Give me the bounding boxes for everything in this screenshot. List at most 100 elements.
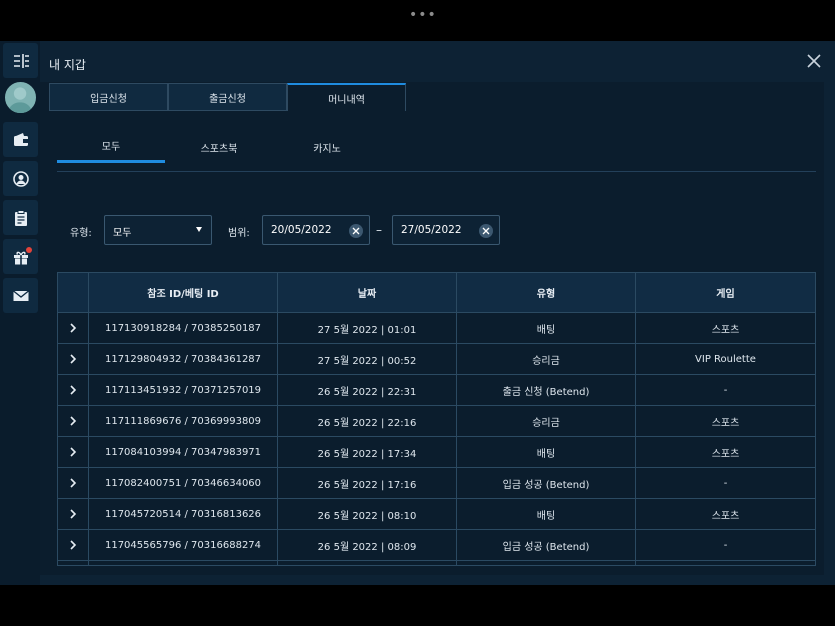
row-spacer bbox=[89, 561, 278, 565]
date-cell: 26 5월 2022 | 22:31 bbox=[278, 375, 457, 405]
table-row[interactable]: 117045565796 / 70316688274 26 5월 2022 | … bbox=[58, 530, 815, 561]
table-row[interactable]: 117111869676 / 70369993809 26 5월 2022 | … bbox=[58, 406, 815, 437]
table-row[interactable]: 117130918284 / 70385250187 27 5월 2022 | … bbox=[58, 313, 815, 344]
game-cell: VIP Roulette bbox=[695, 353, 756, 365]
tab-deposit[interactable]: 입금신청 bbox=[49, 83, 168, 111]
close-icon[interactable] bbox=[806, 53, 822, 69]
game-cell: 스포츠 bbox=[711, 324, 740, 336]
notification-dot bbox=[26, 247, 32, 253]
row-spacer bbox=[457, 561, 636, 565]
menu-dots[interactable]: ••• bbox=[409, 7, 437, 23]
expand-row-button[interactable] bbox=[58, 530, 89, 560]
header-date: 날짜 bbox=[278, 273, 457, 312]
expand-row-button[interactable] bbox=[58, 375, 89, 405]
expand-row-button[interactable] bbox=[58, 437, 89, 467]
range-label: 범위: bbox=[228, 228, 250, 239]
date-cell: 27 5월 2022 | 00:52 bbox=[278, 344, 457, 374]
game-cell: 스포츠 bbox=[711, 510, 740, 522]
type-select-value: 모두 bbox=[113, 228, 132, 239]
table-row[interactable] bbox=[58, 561, 815, 565]
messages-button[interactable] bbox=[3, 278, 38, 313]
type-cell: 배팅 bbox=[457, 313, 636, 343]
ref-id-cell: 117045565796 / 70316688274 bbox=[89, 530, 278, 560]
main-tabs: 입금신청 출금신청 머니내역 bbox=[49, 83, 406, 111]
subtabs-divider bbox=[57, 171, 816, 172]
menu-collapse-icon bbox=[13, 53, 29, 68]
date-to-value: 27/05/2022 bbox=[401, 224, 462, 236]
profile-icon bbox=[12, 170, 29, 187]
clear-date-from-button[interactable] bbox=[349, 224, 363, 238]
table-row[interactable]: 117082400751 / 70346634060 26 5월 2022 | … bbox=[58, 468, 815, 499]
clear-date-to-button[interactable] bbox=[479, 224, 493, 238]
caret-down-icon bbox=[196, 227, 202, 232]
game-cell: 스포츠 bbox=[711, 448, 740, 460]
table-row[interactable]: 117129804932 / 70384361287 27 5월 2022 | … bbox=[58, 344, 815, 375]
date-cell: 26 5월 2022 | 22:16 bbox=[278, 406, 457, 436]
ref-id-cell: 117111869676 / 70369993809 bbox=[89, 406, 278, 436]
avatar[interactable] bbox=[3, 80, 38, 115]
subtab-all[interactable]: 모두 bbox=[57, 131, 165, 163]
header-ref-id: 참조 ID/베팅 ID bbox=[89, 273, 278, 312]
game-cell: - bbox=[723, 384, 728, 396]
chevron-right-icon bbox=[70, 354, 77, 364]
ref-id-cell: 117130918284 / 70385250187 bbox=[89, 313, 278, 343]
user-avatar-icon bbox=[7, 87, 33, 113]
sidebar bbox=[0, 41, 40, 585]
wallet-button[interactable] bbox=[3, 122, 38, 157]
app-root: ••• 내 지갑 입금신청 출금신청 머니내역 모두 스포츠북 카지노 유형: … bbox=[0, 0, 835, 626]
expand-row-button[interactable] bbox=[58, 313, 89, 343]
type-cell: 출금 신청 (Betend) bbox=[457, 375, 636, 405]
game-cell: - bbox=[723, 539, 728, 551]
table-row[interactable]: 117045720514 / 70316813626 26 5월 2022 | … bbox=[58, 499, 815, 530]
header-type: 유형 bbox=[457, 273, 636, 312]
date-to-field[interactable]: 27/05/2022 bbox=[392, 215, 500, 245]
expand-row-button[interactable] bbox=[58, 468, 89, 498]
expand-row-button[interactable] bbox=[58, 344, 89, 374]
table-row[interactable]: 117113451932 / 70371257019 26 5월 2022 | … bbox=[58, 375, 815, 406]
date-from-value: 20/05/2022 bbox=[271, 224, 332, 236]
date-cell: 26 5월 2022 | 17:34 bbox=[278, 437, 457, 467]
date-cell: 26 5월 2022 | 08:09 bbox=[278, 530, 457, 560]
type-cell: 배팅 bbox=[457, 437, 636, 467]
row-spacer bbox=[278, 561, 457, 565]
date-from-field[interactable]: 20/05/2022 bbox=[262, 215, 370, 245]
tab-money-history[interactable]: 머니내역 bbox=[287, 83, 406, 111]
ref-id-cell: 117084103994 / 70347983971 bbox=[89, 437, 278, 467]
type-cell: 승리금 bbox=[457, 344, 636, 374]
type-cell: 배팅 bbox=[457, 499, 636, 529]
expand-row-button[interactable] bbox=[58, 499, 89, 529]
profile-button[interactable] bbox=[3, 161, 38, 196]
expand-row-button[interactable] bbox=[58, 406, 89, 436]
chevron-right-icon bbox=[70, 509, 77, 519]
date-range-separator: – bbox=[376, 223, 382, 237]
sub-tabs: 모두 스포츠북 카지노 bbox=[57, 131, 835, 163]
table-row[interactable]: 117084103994 / 70347983971 26 5월 2022 | … bbox=[58, 437, 815, 468]
bottom-strip bbox=[0, 585, 835, 626]
wallet-icon bbox=[13, 132, 28, 146]
chevron-right-icon bbox=[70, 478, 77, 488]
date-cell: 26 5월 2022 | 08:10 bbox=[278, 499, 457, 529]
subtab-casino[interactable]: 카지노 bbox=[273, 131, 381, 163]
type-cell: 입금 성공 (Betend) bbox=[457, 468, 636, 498]
history-button[interactable] bbox=[3, 200, 38, 235]
chevron-right-icon bbox=[70, 540, 77, 550]
page-title: 내 지갑 bbox=[49, 58, 86, 72]
game-cell: - bbox=[723, 477, 728, 489]
transactions-table: 참조 ID/베팅 ID 날짜 유형 게임 117130918284 / 7038… bbox=[57, 272, 816, 566]
promotions-button[interactable] bbox=[3, 239, 38, 274]
type-label: 유형: bbox=[70, 228, 92, 239]
tab-withdraw[interactable]: 출금신청 bbox=[168, 83, 287, 111]
header-game: 게임 bbox=[716, 289, 735, 300]
table-header-row: 참조 ID/베팅 ID 날짜 유형 게임 bbox=[58, 273, 815, 313]
chevron-right-icon bbox=[70, 447, 77, 457]
type-cell: 입금 성공 (Betend) bbox=[457, 530, 636, 560]
top-status-strip: ••• bbox=[0, 0, 835, 41]
row-spacer bbox=[636, 561, 815, 565]
date-cell: 27 5월 2022 | 01:01 bbox=[278, 313, 457, 343]
menu-collapse-button[interactable] bbox=[3, 43, 38, 78]
envelope-icon bbox=[12, 289, 29, 301]
type-select[interactable]: 모두 bbox=[104, 215, 212, 245]
subtab-sportsbook[interactable]: 스포츠북 bbox=[165, 131, 273, 163]
ref-id-cell: 117045720514 / 70316813626 bbox=[89, 499, 278, 529]
game-cell: 스포츠 bbox=[711, 417, 740, 429]
